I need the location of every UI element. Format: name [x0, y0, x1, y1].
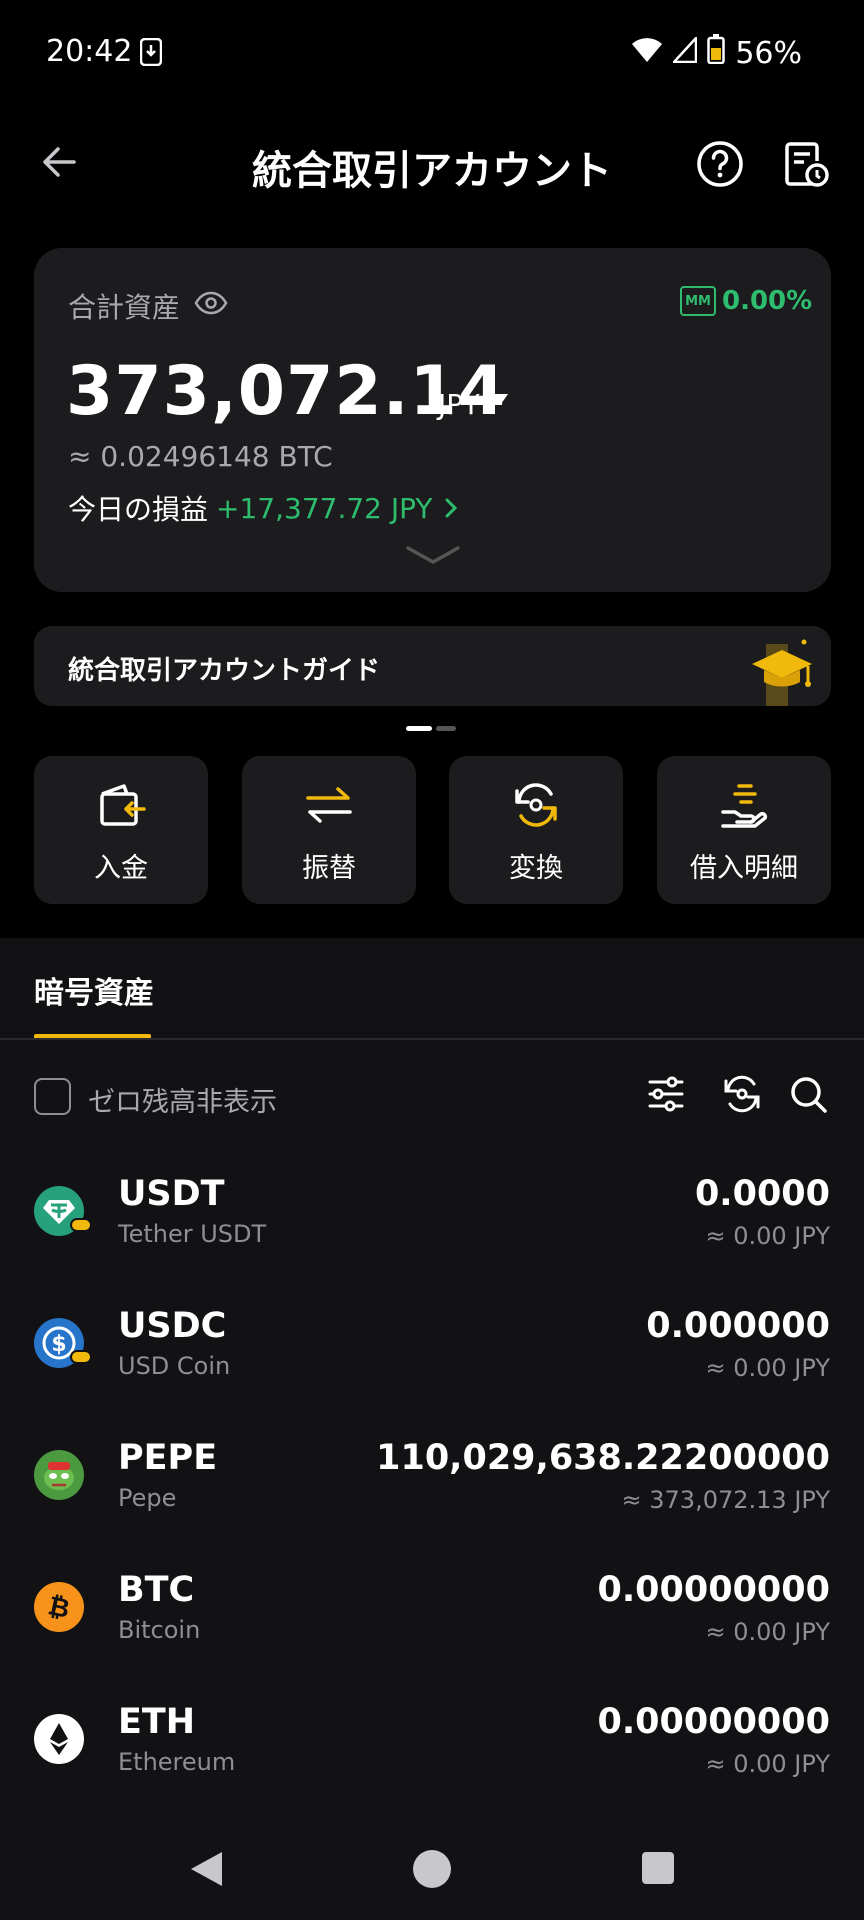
chevron-right-icon [445, 498, 457, 518]
asset-row-usdt[interactable]: USDT Tether USDT 0.0000 ≈ 0.00 JPY [0, 1154, 864, 1286]
asset-jpy-value: ≈ 0.00 JPY [705, 1750, 831, 1778]
pnl-label: 今日の損益 [68, 493, 209, 526]
margin-ratio-badge[interactable]: MM 0.00% [680, 286, 812, 316]
asset-jpy-value: ≈ 373,072.13 JPY [621, 1486, 830, 1514]
margin-ratio-value: 0.00% [722, 286, 813, 316]
loan-icon [721, 784, 768, 828]
svg-text:₿: ₿ [45, 1591, 72, 1625]
asset-row-usdc[interactable]: $ USDC USD Coin 0.000000 ≈ 0.00 JPY [0, 1286, 864, 1418]
convert-icon [515, 783, 557, 827]
battery-percent: 56% [735, 35, 802, 71]
guide-banner[interactable]: 統合取引アカウントガイド [34, 626, 831, 706]
deposit-button[interactable]: 入金 [34, 756, 208, 904]
asset-name: Ethereum [118, 1748, 236, 1776]
asset-amount: 110,029,638.22200000 [376, 1438, 830, 1478]
asset-jpy-value: ≈ 0.00 JPY [705, 1354, 831, 1382]
deposit-icon [100, 784, 146, 826]
asset-symbol: PEPE [118, 1438, 218, 1478]
history-button[interactable] [782, 140, 830, 188]
signal-icon [671, 34, 698, 71]
asset-name: Tether USDT [118, 1220, 267, 1248]
asset-row-btc[interactable]: ₿ BTC Bitcoin 0.00000000 ≈ 0.00 JPY [0, 1550, 864, 1682]
asset-amount: 0.0000 [694, 1174, 830, 1214]
history-icon [785, 142, 829, 187]
mm-icon: MM [680, 286, 716, 316]
nav-recents-icon[interactable] [642, 1852, 674, 1884]
pepe-coin-icon [34, 1450, 84, 1500]
eth-coin-icon [34, 1714, 84, 1764]
status-time: 20:42 [46, 34, 133, 69]
asset-name: USD Coin [118, 1352, 231, 1380]
deposit-label: 入金 [94, 853, 148, 884]
loan-details-button[interactable]: 借入明細 [657, 756, 831, 904]
asset-amount: 0.000000 [646, 1306, 830, 1346]
tab-crypto[interactable]: 暗号資産 [34, 968, 154, 1012]
hide-zero-checkbox[interactable] [34, 1078, 71, 1115]
eye-icon[interactable] [194, 286, 228, 320]
chevron-down-icon[interactable] [404, 542, 462, 568]
status-bar: 20:42 56% [0, 0, 864, 104]
pnl-value: +17,377.72 JPY [216, 491, 433, 525]
convert-button[interactable]: 変換 [449, 756, 623, 904]
status-indicators: 56% [631, 34, 802, 72]
btc-coin-icon: ₿ [34, 1582, 84, 1632]
loan-details-label: 借入明細 [690, 853, 798, 884]
download-icon [139, 37, 163, 70]
hide-zero-label[interactable]: ゼロ残高非表示 [88, 1080, 277, 1119]
graduation-cap-icon [752, 639, 812, 706]
asset-amount: 0.00000000 [597, 1702, 830, 1742]
asset-symbol: ETH [118, 1702, 196, 1742]
margin-badge-icon [70, 1350, 92, 1364]
todays-pnl[interactable]: 今日の損益 +17,377.72 JPY [68, 488, 461, 528]
total-assets-label: 合計資産 [68, 291, 181, 324]
transfer-label: 振替 [302, 853, 356, 884]
guide-text: 統合取引アカウントガイド [68, 656, 381, 686]
battery-icon [707, 34, 726, 72]
caret-down-icon[interactable] [494, 394, 508, 404]
filter-icon[interactable] [646, 1074, 686, 1114]
margin-badge-icon [70, 1218, 92, 1232]
nav-home-icon[interactable] [413, 1850, 451, 1888]
asset-summary-card: 合計資産 MM 0.00% 373,072.14 JPY ≈ 0.0249614… [34, 248, 831, 592]
asset-name: Pepe [118, 1484, 177, 1512]
asset-symbol: USDC [118, 1306, 227, 1346]
btc-equivalent: ≈ 0.02496148 BTC [68, 440, 333, 473]
tab-divider [0, 1038, 864, 1040]
transfer-icon [306, 787, 352, 823]
wifi-icon [631, 36, 663, 71]
help-icon [697, 141, 743, 187]
convert-label: 変換 [509, 853, 563, 884]
small-balance-convert-icon[interactable] [722, 1074, 762, 1114]
asset-list-section: 暗号資産 ゼロ残高非表示 USDT Tether USDT 0.0000 ≈ 0… [0, 938, 864, 1920]
asset-row-pepe[interactable]: PEPE Pepe 110,029,638.22200000 ≈ 373,072… [0, 1418, 864, 1550]
currency-selector[interactable]: JPY [438, 388, 480, 421]
carousel-indicator [406, 726, 456, 731]
asset-row-eth[interactable]: ETH Ethereum 0.00000000 ≈ 0.00 JPY [0, 1682, 864, 1814]
asset-symbol: USDT [118, 1174, 225, 1214]
asset-amount: 0.00000000 [597, 1570, 830, 1610]
asset-jpy-value: ≈ 0.00 JPY [705, 1618, 831, 1646]
help-button[interactable] [696, 140, 744, 188]
asset-symbol: BTC [118, 1570, 195, 1610]
asset-name: Bitcoin [118, 1616, 201, 1644]
transfer-button[interactable]: 振替 [242, 756, 416, 904]
asset-jpy-value: ≈ 0.00 JPY [705, 1222, 831, 1250]
nav-back-icon[interactable] [188, 1850, 224, 1888]
svg-text:$: $ [51, 1332, 66, 1357]
search-icon[interactable] [788, 1074, 828, 1114]
